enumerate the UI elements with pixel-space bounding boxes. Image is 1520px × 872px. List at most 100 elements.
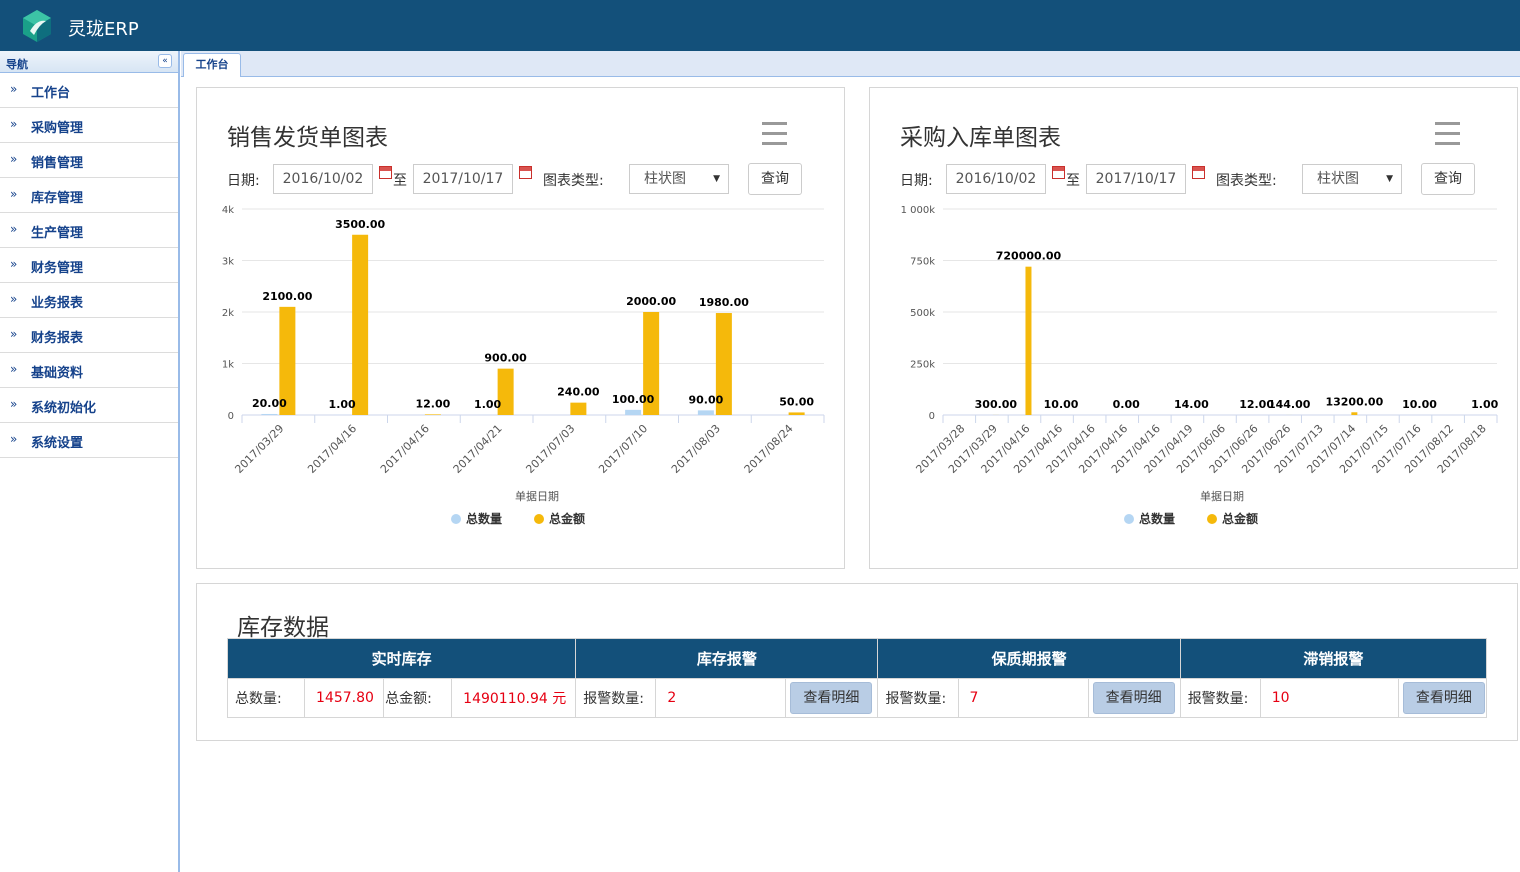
sidebar-item[interactable]: » 财务管理: [0, 248, 178, 283]
sidebar-item-label: 工作台: [31, 86, 71, 101]
sidebar-item-label: 系统初始化: [31, 401, 97, 416]
bar-amount: [1351, 412, 1358, 415]
purchase-end-date-input[interactable]: 2017/10/17: [1086, 164, 1186, 194]
expiry-alarm-detail-button[interactable]: 查看明细: [1092, 682, 1175, 714]
inventory-title: 库存数据: [237, 615, 329, 641]
sales-start-calendar-icon[interactable]: [379, 166, 392, 179]
double-chevron-right-icon: »: [10, 152, 18, 166]
x-tick-label: 2017/07/10: [596, 422, 650, 476]
sales-chart-type-value: 柱状图: [644, 171, 686, 187]
stock-alarm-label: 报警数量:: [575, 678, 657, 718]
legend-marker-quantity: [451, 514, 461, 524]
slow-alarm-label: 报警数量:: [1179, 678, 1261, 718]
purchase-end-calendar-icon[interactable]: [1192, 166, 1205, 179]
app-title: 灵珑ERP: [68, 19, 139, 40]
data-label-amount: 240.00: [557, 386, 600, 399]
app-header: 灵珑ERP: [0, 0, 1520, 51]
sales-query-button[interactable]: 查询: [748, 163, 802, 195]
purchase-chart: 0250k500k750k1 000k2017/03/282017/03/292…: [901, 205, 1499, 526]
tab-workbench[interactable]: 工作台: [183, 53, 241, 77]
x-tick-label: 2017/04/21: [451, 422, 505, 476]
collapse-icon[interactable]: «: [158, 54, 172, 68]
sidebar-item[interactable]: » 生产管理: [0, 213, 178, 248]
x-tick-label: 2017/07/03: [523, 422, 577, 476]
stock-alarm-detail-button[interactable]: 查看明细: [790, 682, 873, 714]
sidebar-item[interactable]: » 采购管理: [0, 108, 178, 143]
data-label-amount: 144.00: [1268, 398, 1311, 411]
bar-amount: [788, 412, 805, 415]
y-tick-label: 1k: [222, 360, 234, 371]
x-tick-label: 2017/03/29: [232, 422, 286, 476]
data-label-amount: 1.00: [1471, 398, 1498, 411]
double-chevron-right-icon: »: [10, 292, 18, 306]
x-axis-title: 单据日期: [1200, 489, 1244, 503]
bar-quantity: [625, 409, 642, 415]
legend-label-quantity: 总数量: [466, 511, 502, 526]
inventory-header-row: 实时库存 库存报警 保质期报警 滞销报警: [226, 638, 1488, 679]
double-chevron-right-icon: »: [10, 222, 18, 236]
legend-marker-amount: [1207, 514, 1217, 524]
sidebar-item[interactable]: » 财务报表: [0, 318, 178, 353]
double-chevron-right-icon: »: [10, 327, 18, 341]
y-tick-label: 2k: [222, 308, 234, 319]
bar-quantity: [261, 413, 278, 415]
sidebar-item[interactable]: » 系统初始化: [0, 388, 178, 423]
data-label-amount: 14.00: [1174, 398, 1209, 411]
legend-label-quantity: 总数量: [1139, 511, 1175, 526]
purchase-start-date-input[interactable]: 2016/10/02: [946, 164, 1046, 194]
expiry-alarm-action: 查看明细: [1087, 678, 1181, 718]
sidebar-item-label: 库存管理: [31, 191, 84, 206]
data-label-amount: 12.00: [415, 397, 450, 410]
sales-end-date-input[interactable]: 2017/10/17: [413, 164, 513, 194]
purchase-date-label: 日期:: [900, 173, 933, 189]
legend-marker-quantity: [1124, 514, 1134, 524]
purchase-chart-type-label: 图表类型:: [1216, 173, 1277, 189]
y-tick-label: 250k: [910, 360, 935, 371]
slow-alarm-detail-button[interactable]: 查看明细: [1402, 682, 1485, 714]
y-tick-label: 0: [228, 411, 234, 422]
sidebar-item[interactable]: » 库存管理: [0, 178, 178, 213]
sidebar-item[interactable]: » 工作台: [0, 73, 178, 108]
sales-chart: 0 1k 2k 3k 4k 2017/03/29 2017/04/16 2017/04/16 2…: [222, 205, 825, 526]
sales-chart-panel: 销售发货单图表 日期: 2016/10/02 至 2017/10/17 图表类型…: [196, 87, 845, 569]
purchase-menu-icon[interactable]: [1435, 122, 1460, 145]
legend-label-amount: 总金额: [549, 511, 585, 526]
sidebar-item-label: 业务报表: [31, 296, 84, 311]
sidebar-item-label: 财务管理: [31, 261, 84, 276]
sidebar-item-label: 财务报表: [31, 331, 84, 346]
sidebar: 导航 « » 工作台» 采购管理» 销售管理» 库存管理» 生产管理» 财务管理» 业务报表»…: [0, 51, 180, 872]
double-chevron-right-icon: »: [10, 257, 18, 271]
sales-end-calendar-icon[interactable]: [519, 166, 532, 179]
purchase-chart-panel: 采购入库单图表 日期: 2016/10/02 至 2017/10/17 图表类型…: [869, 87, 1518, 569]
y-tick-label: 4k: [222, 205, 234, 216]
purchase-start-calendar-icon[interactable]: [1052, 166, 1065, 179]
sales-to-label: 至: [393, 173, 407, 189]
x-tick-label: 2017/04/16: [378, 422, 432, 476]
sidebar-item-label: 采购管理: [31, 121, 84, 136]
chevron-down-icon: ▼: [713, 174, 720, 184]
sales-chart-type-select[interactable]: 柱状图 ▼: [629, 164, 729, 194]
double-chevron-right-icon: »: [10, 397, 18, 411]
purchase-panel-title: 采购入库单图表: [900, 125, 1061, 151]
data-label-quantity: 90.00: [688, 393, 723, 406]
sidebar-item[interactable]: » 销售管理: [0, 143, 178, 178]
data-label-amount: 0.00: [1113, 398, 1140, 411]
inventory-data-row: 总数量: 1457.80 总金额: 1490110.94 元 报警数量: 2 查…: [226, 678, 1488, 718]
purchase-to-label: 至: [1066, 173, 1080, 189]
data-label-amount: 300.00: [975, 398, 1018, 411]
sidebar-item[interactable]: » 系统设置: [0, 423, 178, 458]
sidebar-item[interactable]: » 业务报表: [0, 283, 178, 318]
purchase-query-button[interactable]: 查询: [1421, 163, 1475, 195]
sidebar-item[interactable]: » 基础资料: [0, 353, 178, 388]
bar-amount: [424, 414, 441, 415]
purchase-chart-type-select[interactable]: 柱状图 ▼: [1302, 164, 1402, 194]
sales-start-date-input[interactable]: 2016/10/02: [273, 164, 373, 194]
data-label-quantity: 20.00: [252, 397, 287, 410]
x-tick-label: 2017/08/24: [742, 422, 796, 476]
bar-amount: [352, 234, 369, 415]
sales-menu-icon[interactable]: [762, 122, 787, 145]
total-amount-value: 1490110.94 元: [451, 678, 577, 718]
bar-amount: [570, 402, 587, 415]
chevron-down-icon: ▼: [1386, 174, 1393, 184]
app-logo-icon: [23, 10, 51, 42]
